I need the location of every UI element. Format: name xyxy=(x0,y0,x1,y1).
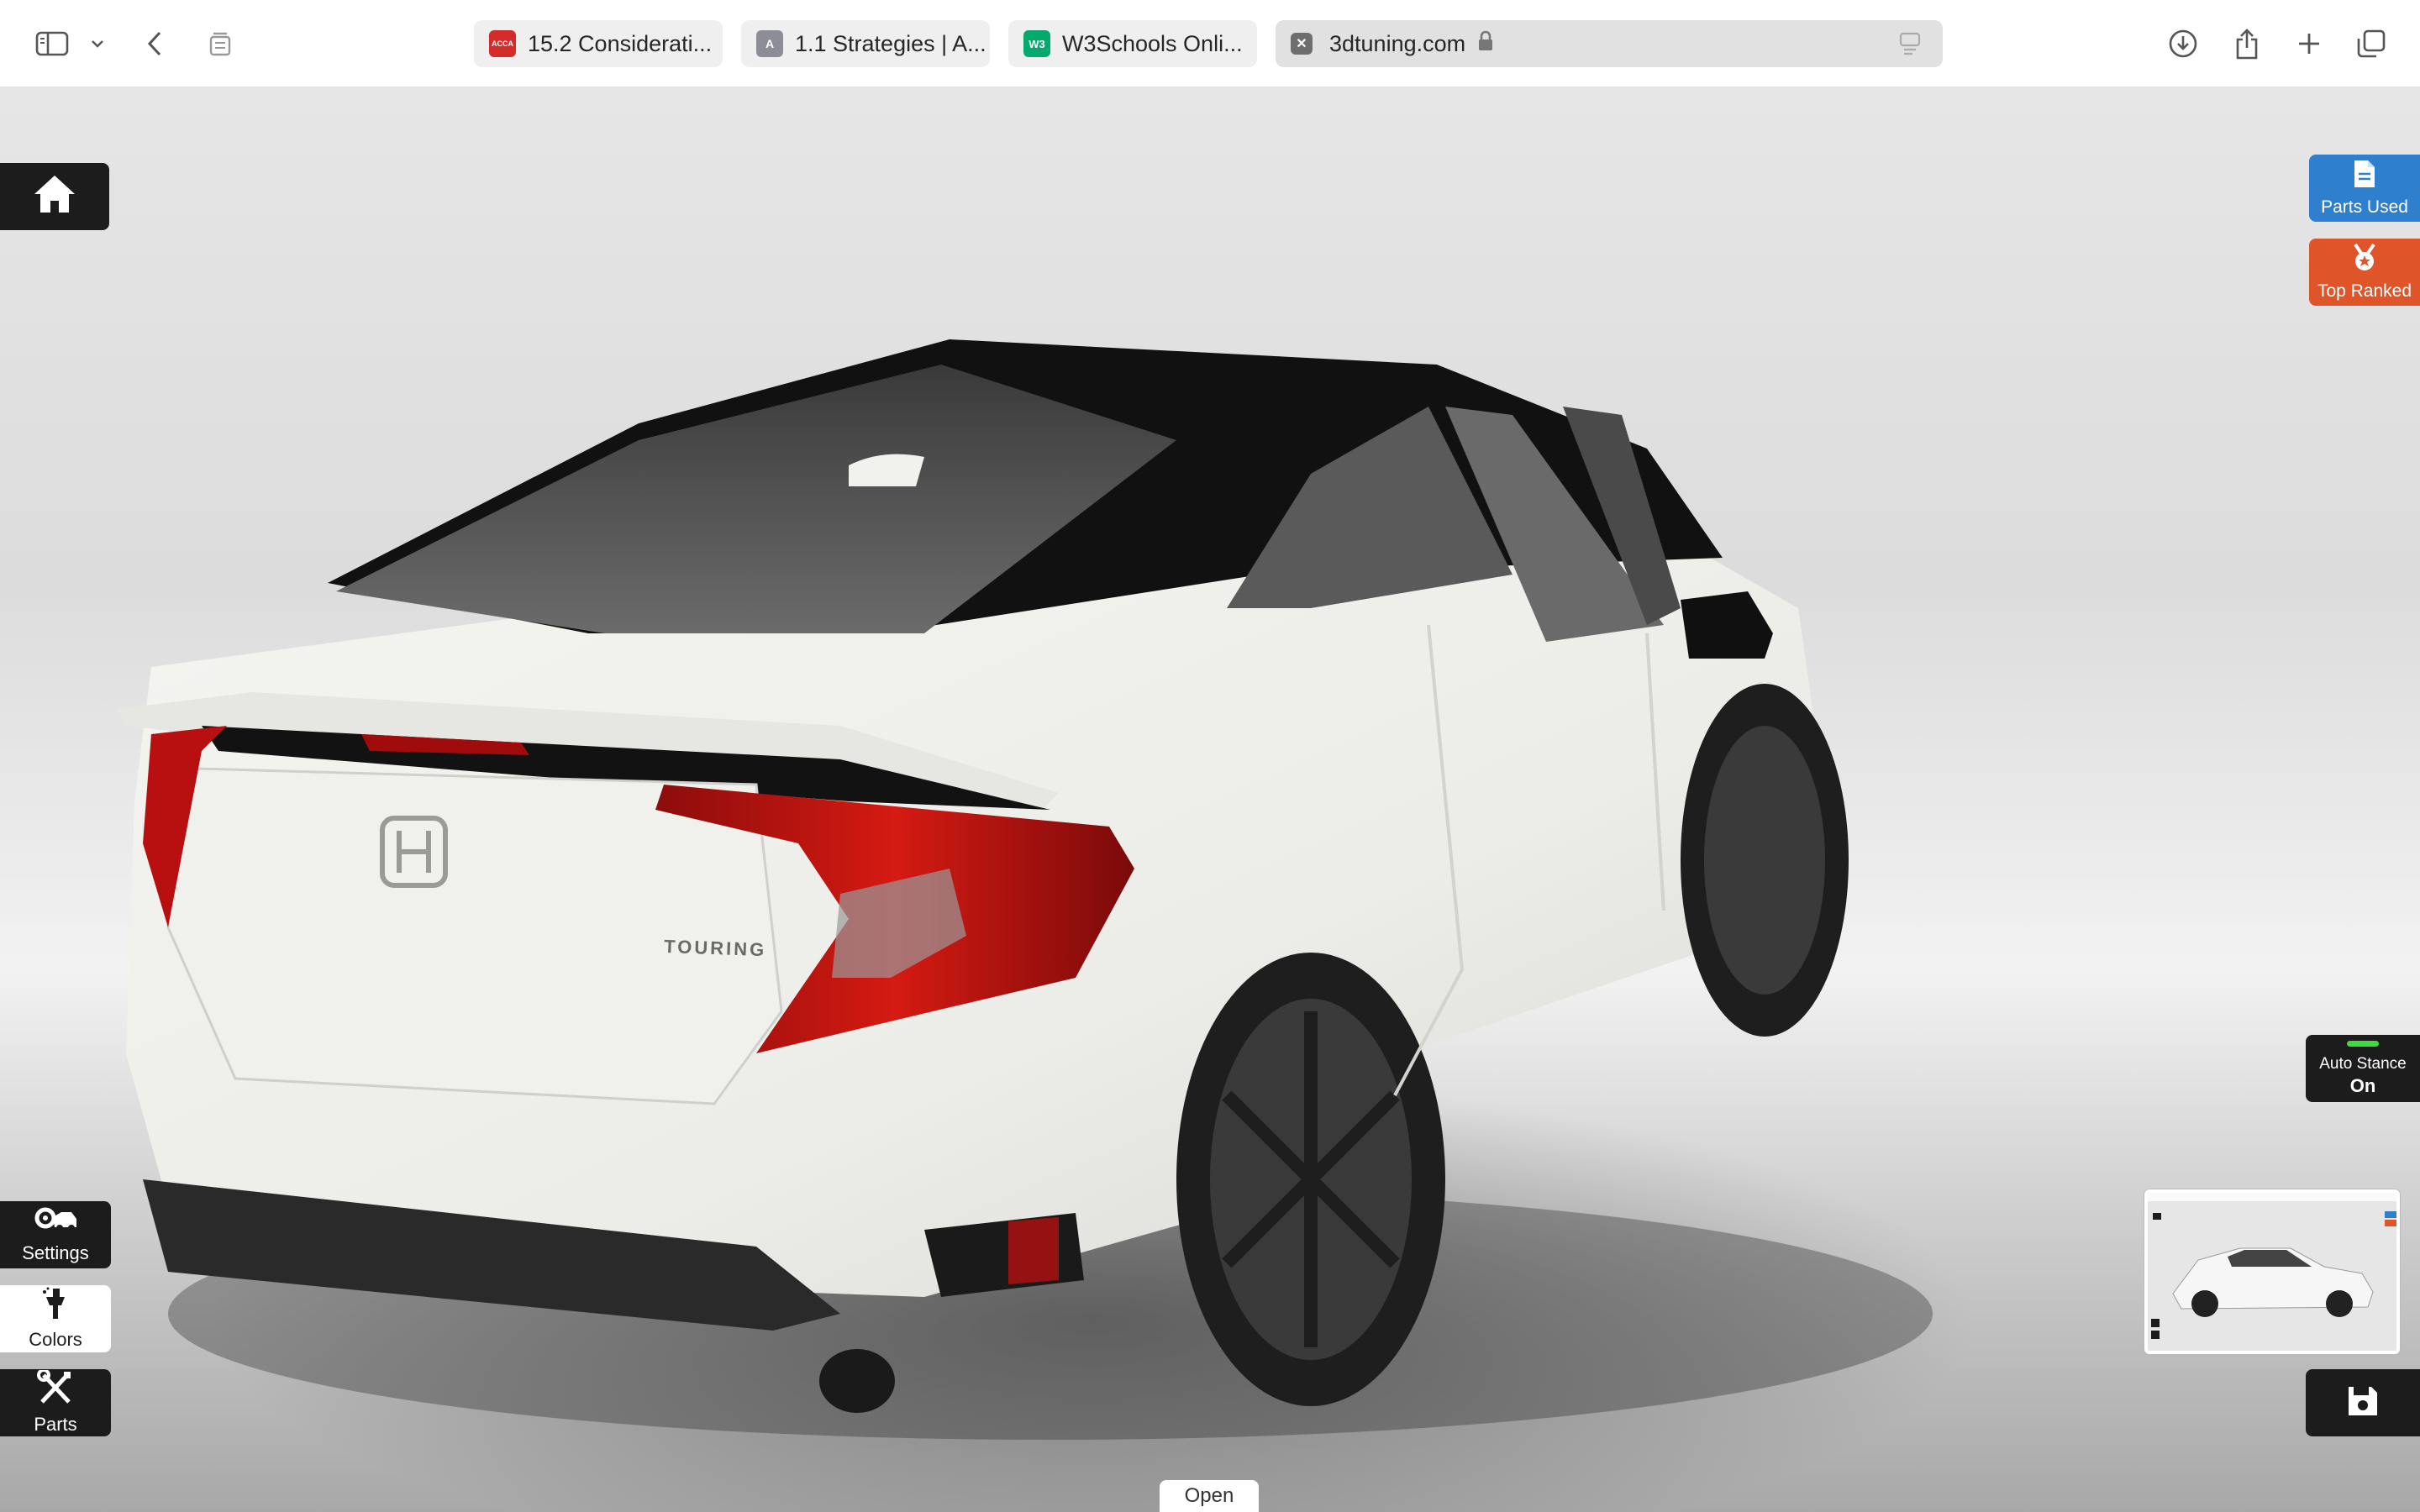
save-button[interactable] xyxy=(2306,1369,2420,1436)
share-icon[interactable] xyxy=(2230,22,2264,66)
car-viewer[interactable]: TOURING Settings Colors Parts Parts Used… xyxy=(0,87,2420,1512)
tab-label: 1.1 Strategies | A... xyxy=(795,30,986,56)
lock-icon xyxy=(1477,30,1494,58)
medal-icon xyxy=(2350,243,2379,278)
auto-stance-state: On xyxy=(2349,1074,2376,1096)
parts-button[interactable]: Parts xyxy=(0,1368,111,1436)
top-ranked-label: Top Ranked xyxy=(2317,281,2412,301)
auto-stance-label: Auto Stance xyxy=(2319,1054,2407,1073)
view-thumbnail[interactable] xyxy=(2144,1189,2400,1354)
floppy-disk-icon xyxy=(2346,1384,2380,1422)
spray-gun-icon xyxy=(41,1287,70,1326)
back-icon[interactable] xyxy=(141,22,168,66)
wrench-screwdriver-icon xyxy=(37,1368,74,1410)
download-icon[interactable] xyxy=(2166,22,2200,66)
parts-label: Parts xyxy=(34,1414,77,1435)
browser-toolbar: ACCA 15.2 Considerati... A 1.1 Strategie… xyxy=(0,0,2420,87)
tab-w3schools[interactable]: W3 W3Schools Onli... xyxy=(1008,20,1257,67)
tabs-grid-icon[interactable] xyxy=(2354,22,2388,66)
touring-badge: TOURING xyxy=(664,936,767,960)
stance-status-led xyxy=(2347,1040,2379,1047)
settings-label: Settings xyxy=(22,1242,89,1263)
address-text[interactable]: 3dtuning.com xyxy=(1329,31,1465,57)
tab-strategies[interactable]: A 1.1 Strategies | A... xyxy=(741,20,990,67)
parts-used-label: Parts Used xyxy=(2321,197,2408,217)
close-tab-icon[interactable]: ✕ xyxy=(1291,33,1313,55)
colors-label: Colors xyxy=(29,1329,82,1350)
home-button[interactable] xyxy=(0,163,109,230)
tab-label: 15.2 Considerati... xyxy=(528,30,713,56)
tab-3dtuning[interactable]: ✕ 3dtuning.com xyxy=(1276,20,1943,67)
w3schools-favicon-icon: W3 xyxy=(1023,30,1050,57)
auto-stance-toggle[interactable]: Auto Stance On xyxy=(2306,1035,2420,1102)
tab-acca[interactable]: ACCA 15.2 Considerati... xyxy=(474,20,723,67)
new-tab-icon[interactable] xyxy=(2292,22,2326,66)
settings-button[interactable]: Settings xyxy=(0,1201,111,1268)
car-model[interactable]: TOURING xyxy=(0,87,2420,1512)
letter-a-favicon-icon: A xyxy=(756,30,783,57)
parts-used-button[interactable]: Parts Used xyxy=(2309,155,2420,222)
car-gear-icon xyxy=(33,1205,78,1239)
reader-icon[interactable] xyxy=(1899,32,1921,61)
colors-button[interactable]: Colors xyxy=(0,1285,111,1352)
acca-favicon-icon: ACCA xyxy=(489,30,516,57)
home-icon xyxy=(31,172,78,221)
open-panel-tab[interactable]: Open xyxy=(1160,1480,1259,1512)
document-icon xyxy=(2352,159,2377,194)
tab-label: W3Schools Onli... xyxy=(1062,30,1243,56)
chevron-down-icon[interactable] xyxy=(87,22,108,66)
sidebar-icon[interactable] xyxy=(32,22,72,66)
top-ranked-button[interactable]: Top Ranked xyxy=(2309,239,2420,306)
tab-overview-icon[interactable] xyxy=(203,22,237,66)
